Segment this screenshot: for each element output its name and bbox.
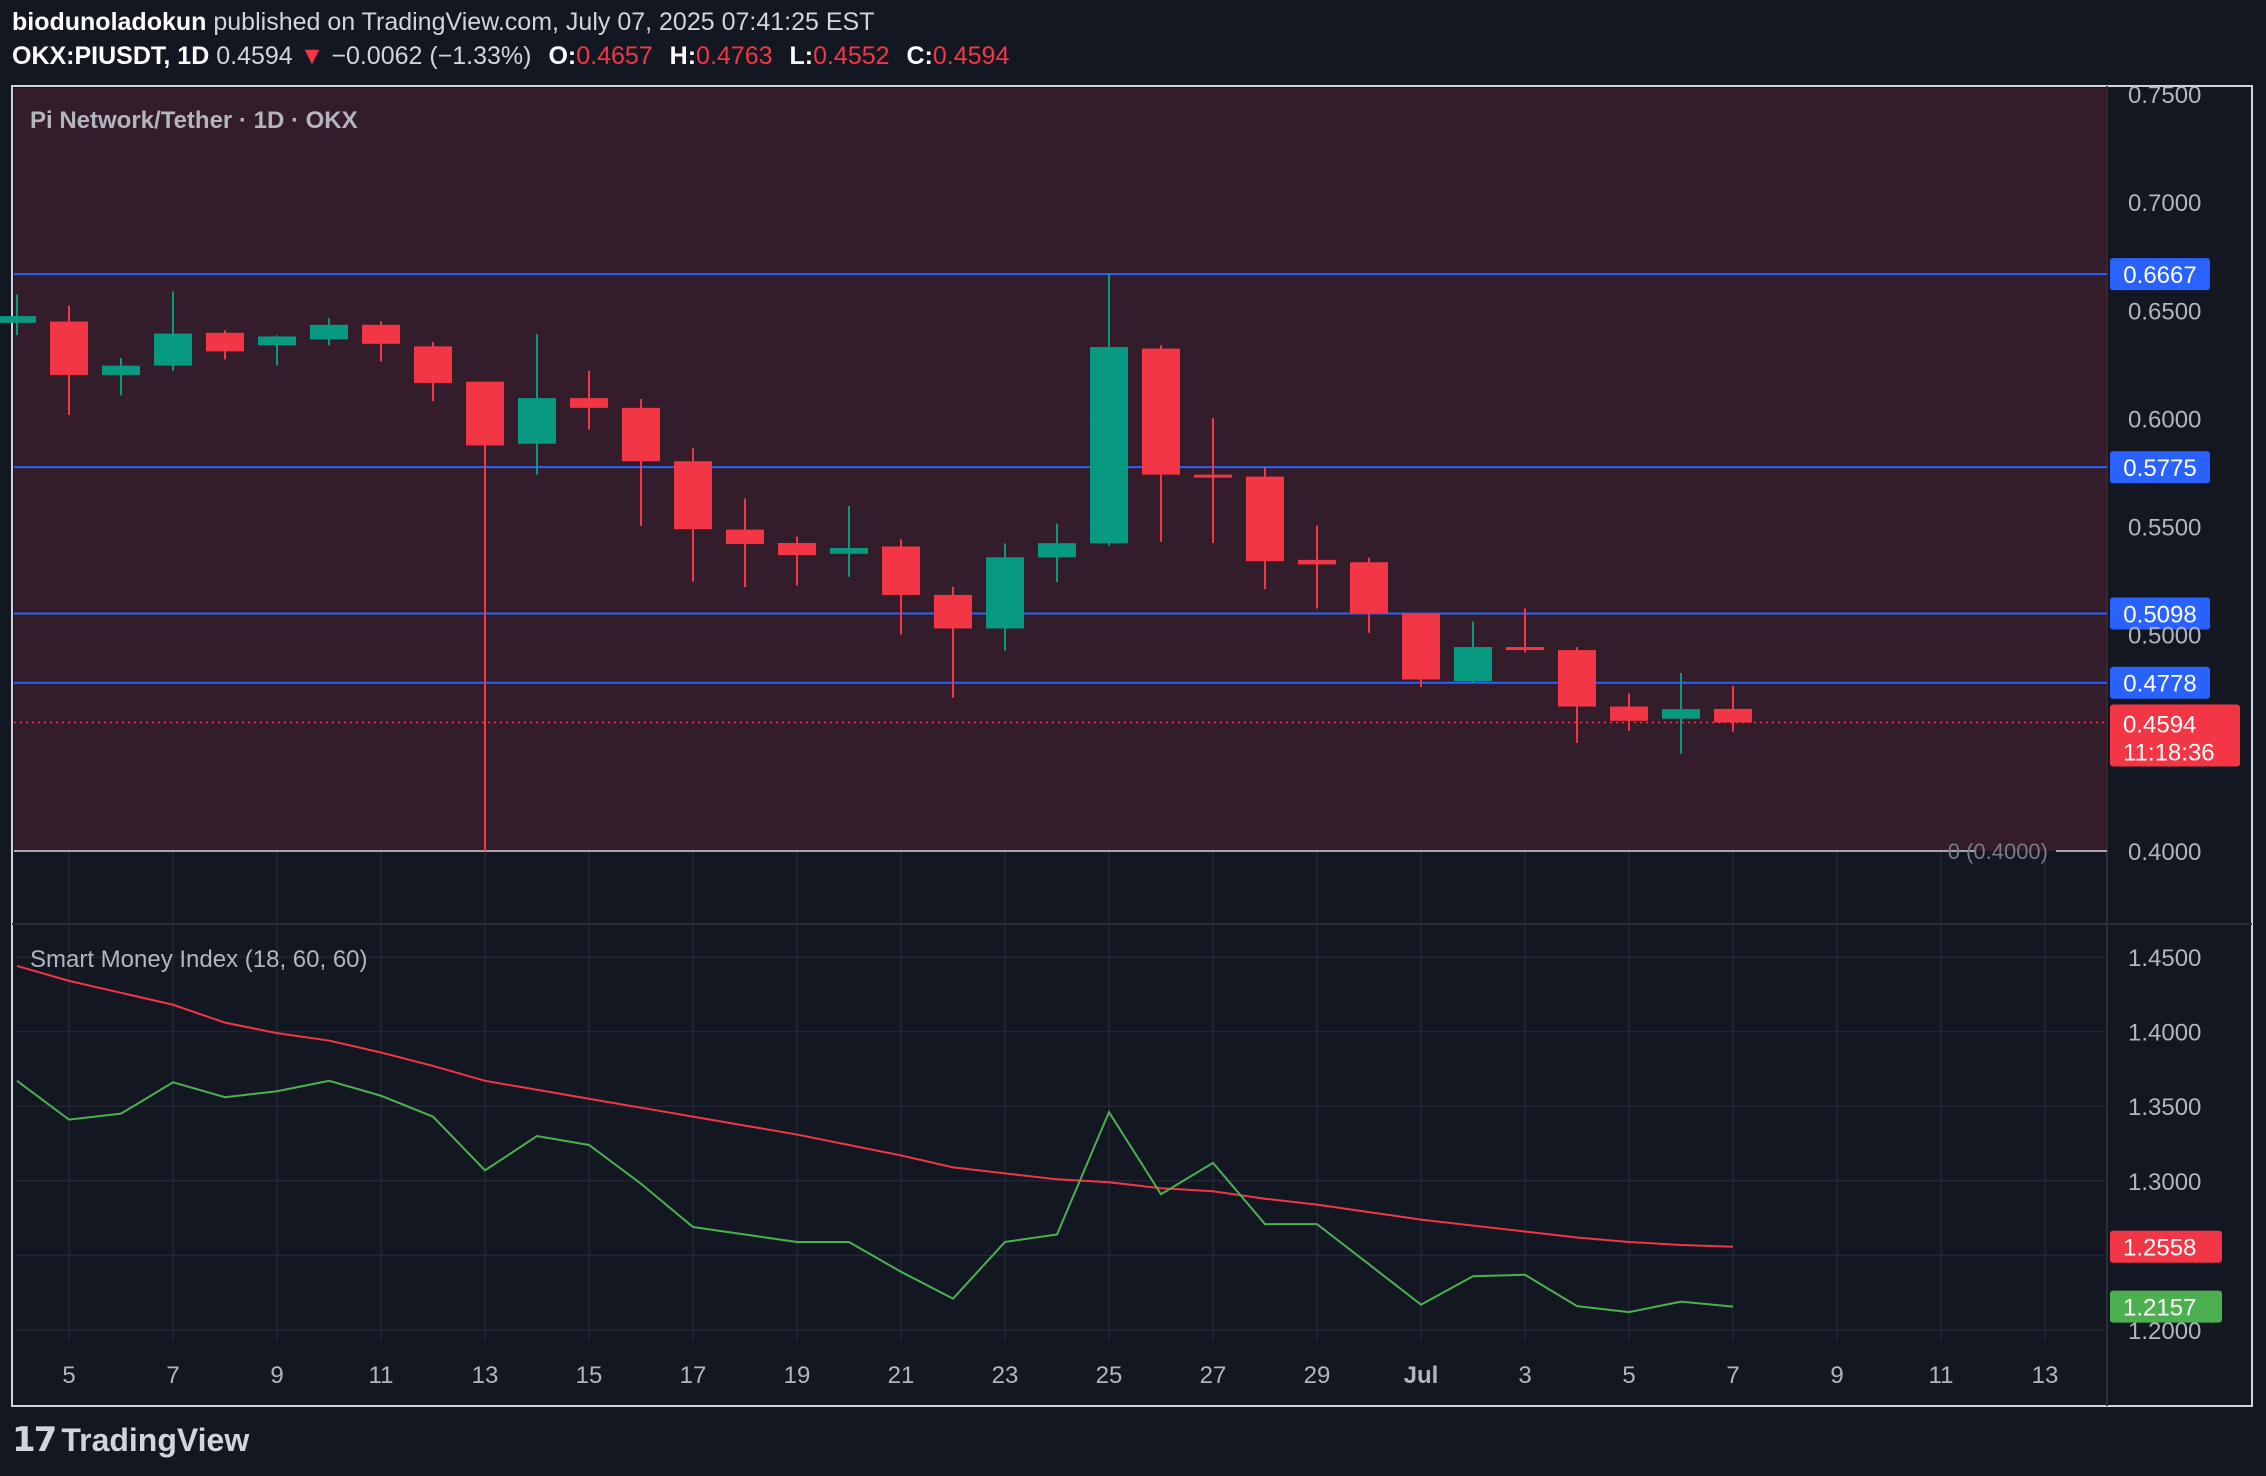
candle-body	[1038, 543, 1076, 558]
candle-body	[778, 543, 816, 556]
candle-body	[154, 333, 192, 366]
candle-body	[830, 547, 868, 554]
smi-signal-value: 1.2558	[2123, 1235, 2196, 1262]
candle-body	[258, 336, 296, 346]
date-tick-label: 11	[1929, 1362, 1954, 1389]
last-price-label: 0.4594	[2123, 712, 2196, 739]
date-tick-label: 9	[1830, 1362, 1843, 1389]
indicator-tick-label: 1.4500	[2128, 945, 2201, 972]
chart-title[interactable]: Pi Network/Tether · 1D · OKX	[30, 107, 358, 134]
price-tick-label: 0.5000	[2128, 623, 2201, 650]
candle-body	[1558, 650, 1596, 707]
base-level-label: 0 (0.4000)	[1948, 839, 2048, 864]
price-tick-label: 0.5500	[2128, 515, 2201, 542]
price-tick-label: 0.7500	[2128, 82, 2201, 109]
candle-body	[986, 557, 1024, 629]
date-tick-label: 17	[680, 1362, 707, 1389]
candle-body	[1454, 647, 1492, 681]
candle-body	[466, 381, 504, 446]
date-tick-label: 5	[62, 1362, 75, 1389]
date-tick-label: 3	[1518, 1362, 1531, 1389]
candle-body	[1194, 474, 1232, 478]
indicator-tick-label: 1.4000	[2128, 1020, 2201, 1047]
candle-body	[518, 398, 556, 444]
candle-body	[674, 461, 712, 530]
date-tick-label: 15	[576, 1362, 603, 1389]
date-tick-label: 13	[472, 1362, 499, 1389]
tradingview-logo-icon: 𝟭𝟳	[12, 1421, 57, 1459]
brand-name: TradingView	[61, 1421, 250, 1458]
candle-body	[1298, 559, 1336, 565]
smart-money-index-lines	[16, 964, 1734, 1314]
tradingview-logo[interactable]: 𝟭𝟳 TradingView	[12, 1420, 249, 1460]
date-tick-label: 7	[166, 1362, 179, 1389]
candle-body	[1662, 709, 1700, 719]
date-tick-label: 23	[992, 1362, 1019, 1389]
date-tick-label: 13	[2032, 1362, 2059, 1389]
candle-body	[1610, 706, 1648, 721]
price-tick-label: 0.6000	[2128, 406, 2201, 433]
candle-body	[362, 324, 400, 344]
candle-body	[1714, 708, 1752, 723]
candle-body	[1090, 347, 1128, 544]
candle-body	[1402, 613, 1440, 680]
candle-body	[102, 365, 140, 375]
smi-index-line	[16, 1079, 1734, 1314]
candle-body	[1506, 647, 1544, 651]
price-tick-label: 0.4000	[2128, 839, 2201, 866]
date-tick-label: 7	[1726, 1362, 1739, 1389]
indicator-title[interactable]: Smart Money Index (18, 60, 60)	[30, 946, 368, 973]
level-price-label: 0.5775	[2123, 455, 2196, 482]
candle-body	[1350, 562, 1388, 614]
date-tick-label: 27	[1200, 1362, 1227, 1389]
price-tick-label: 0.6500	[2128, 298, 2201, 325]
countdown-label: 11:18:36	[2123, 740, 2215, 767]
candle-body	[0, 316, 36, 323]
indicator-tick-label: 1.3500	[2128, 1094, 2201, 1121]
candle-body	[882, 546, 920, 595]
date-tick-label: 9	[270, 1362, 283, 1389]
date-tick-label: 29	[1304, 1362, 1331, 1389]
candle-body	[622, 407, 660, 462]
indicator-tick-label: 1.3000	[2128, 1169, 2201, 1196]
candle-body	[726, 529, 764, 545]
smi-index-value: 1.2157	[2123, 1295, 2196, 1322]
date-tick-label: Jul	[1404, 1362, 1439, 1389]
date-tick-label: 25	[1096, 1362, 1123, 1389]
price-tick-label: 0.7000	[2128, 190, 2201, 217]
price-chart[interactable]: 0 (0.4000)0.66670.57750.50980.4778 0.750…	[0, 0, 2266, 1476]
candle-body	[50, 321, 88, 375]
date-tick-label: 19	[784, 1362, 811, 1389]
date-tick-label: 11	[369, 1362, 394, 1389]
candle-body	[414, 346, 452, 383]
candle-body	[1246, 476, 1284, 562]
level-price-label: 0.6667	[2123, 262, 2196, 289]
date-tick-label: 21	[888, 1362, 915, 1389]
candle-body	[206, 332, 244, 352]
level-price-label: 0.4778	[2123, 671, 2196, 698]
candle-body	[1142, 348, 1180, 475]
candle-body	[310, 324, 348, 340]
fib-range-band	[14, 88, 2107, 851]
date-tick-label: 5	[1622, 1362, 1635, 1389]
candle-body	[570, 398, 608, 408]
candle-body	[934, 594, 972, 629]
